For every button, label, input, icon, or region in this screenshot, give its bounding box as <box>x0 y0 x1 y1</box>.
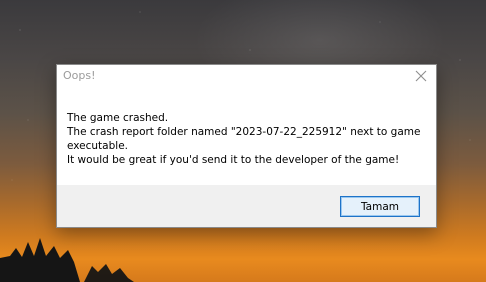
dialog-message: The game crashed. The crash report folde… <box>67 111 426 167</box>
close-icon <box>415 70 427 82</box>
ok-button[interactable]: Tamam <box>340 196 420 217</box>
dialog-footer: Tamam <box>57 185 436 227</box>
message-line-1: The game crashed. <box>67 112 169 124</box>
dialog-title: Oops! <box>63 69 96 82</box>
close-button[interactable] <box>412 67 430 85</box>
message-line-3: It would be great if you'd send it to th… <box>67 154 400 166</box>
dialog-titlebar: Oops! <box>57 65 436 87</box>
crash-dialog: Oops! The game crashed. The crash report… <box>56 64 437 228</box>
message-line-2: The crash report folder named "2023-07-2… <box>67 126 421 152</box>
